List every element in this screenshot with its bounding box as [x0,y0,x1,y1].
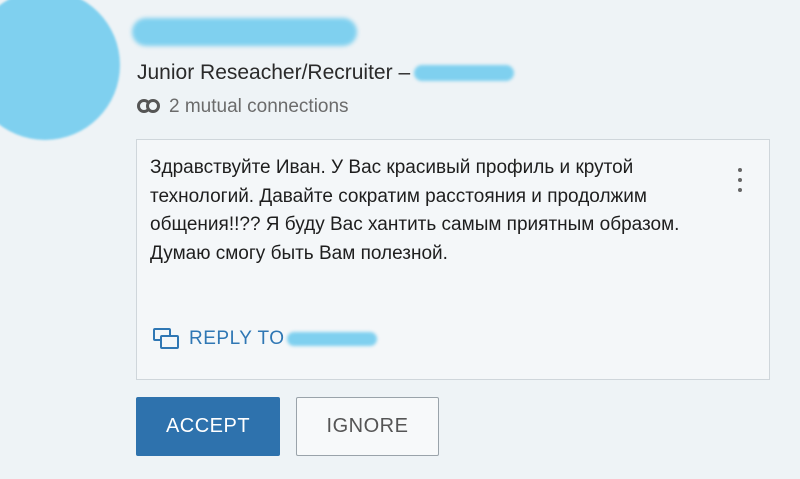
reply-chat-icon [153,328,179,350]
profile-headline: Junior Reseacher/Recruiter – [137,61,515,85]
accept-button[interactable]: ACCEPT [136,397,280,456]
mutual-connections[interactable]: 2 mutual connections [137,96,349,118]
avatar[interactable] [0,0,120,140]
reply-label: REPLY TO [189,328,285,349]
reply-button[interactable]: REPLY TO [153,328,377,350]
invitation-card: Junior Reseacher/Recruiter – 2 mutual co… [0,0,800,479]
redacted-reply-name [286,332,377,346]
message-box: Здравствуйте Иван. У Вас красивый профил… [136,139,770,380]
headline-text: Junior Reseacher/Recruiter – [137,61,411,84]
more-vertical-icon[interactable] [737,168,743,192]
message-text: Здравствуйте Иван. У Вас красивый профил… [150,157,680,264]
reply-label-wrap: REPLY TO [189,328,377,350]
redacted-name [132,18,357,46]
ignore-button[interactable]: IGNORE [296,397,439,456]
redacted-company [414,65,515,82]
mutual-connections-text: 2 mutual connections [169,96,349,117]
mutual-connections-icon [137,99,163,115]
